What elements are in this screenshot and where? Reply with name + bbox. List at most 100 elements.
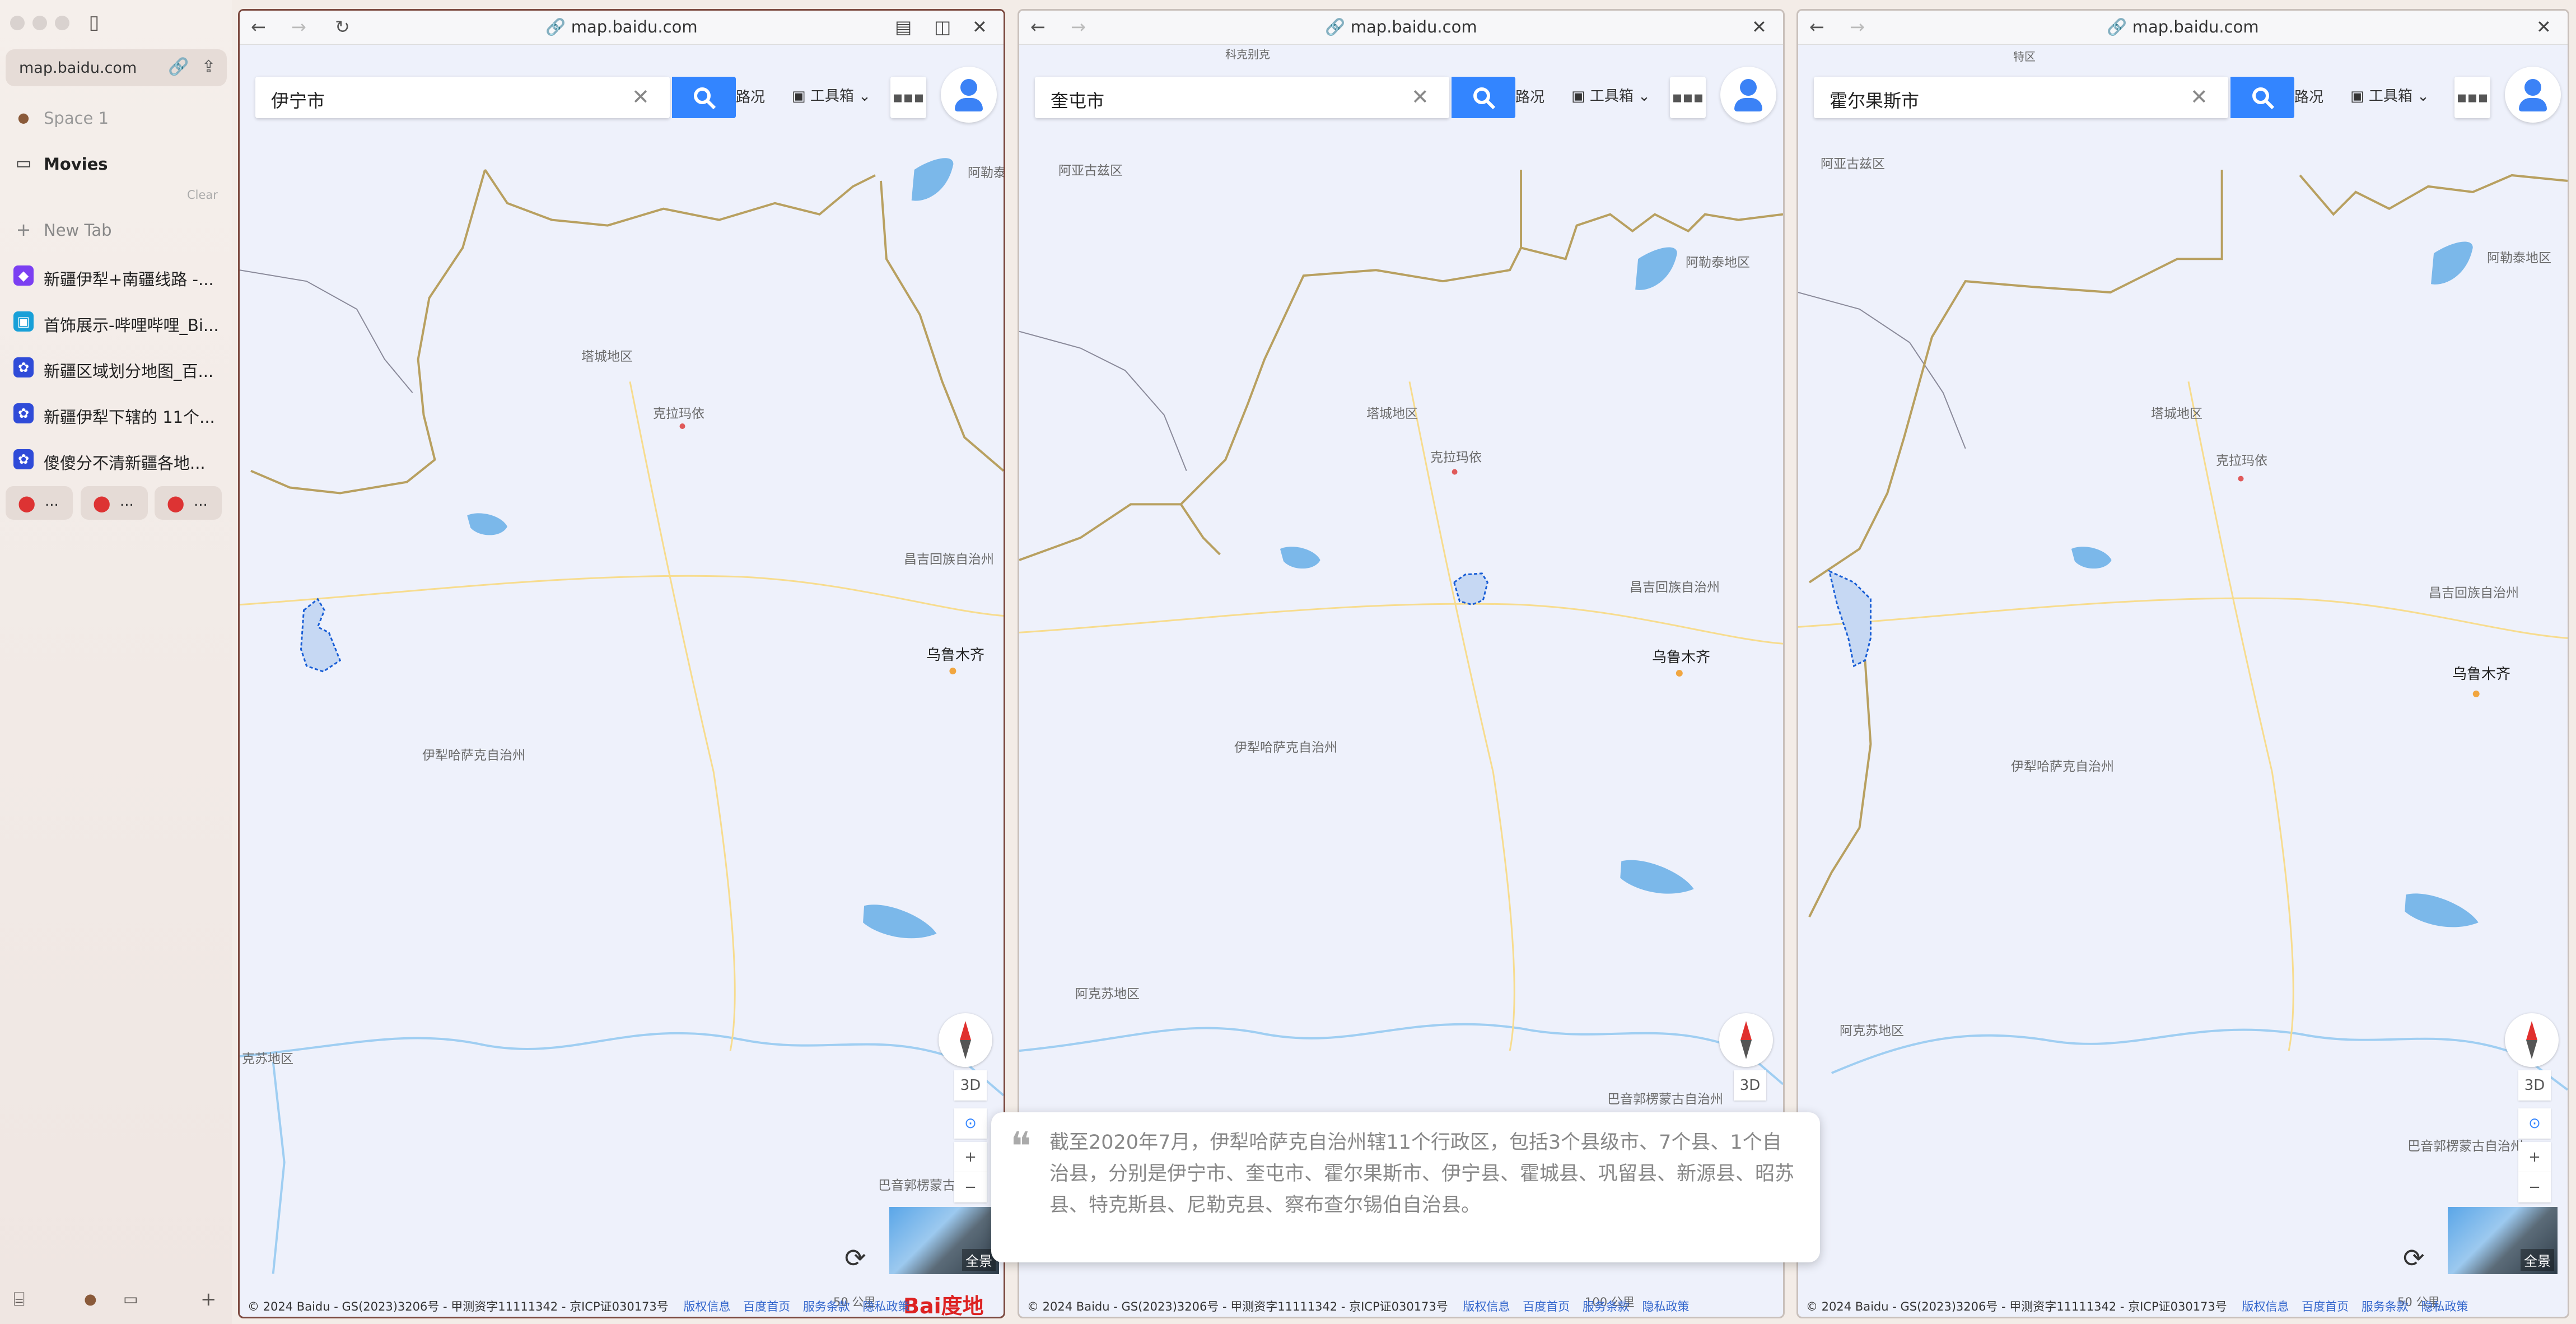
user-icon — [2524, 79, 2541, 96]
footer-link[interactable]: 版权信息 — [1463, 1300, 1510, 1313]
message-icon[interactable]: ▪▪▪ — [2454, 77, 2490, 118]
minimize-window-button[interactable] — [32, 16, 47, 30]
street-view-thumbnail[interactable]: 全景 — [2448, 1207, 2558, 1274]
zoom-window-button[interactable] — [55, 16, 69, 30]
turtle-icon[interactable]: ● — [84, 1288, 97, 1311]
toolbox-button[interactable]: ▣ 工具箱 ⌄ — [792, 85, 871, 105]
footer-link[interactable]: 百度首页 — [1523, 1300, 1570, 1313]
tab-item[interactable]: ✿ 新疆区域划分地图_百... — [10, 351, 226, 384]
copy-link-icon[interactable]: 🔗 — [168, 57, 189, 77]
footer-link[interactable]: 隐私政策 — [863, 1300, 910, 1313]
compass-icon[interactable] — [2505, 1013, 2559, 1067]
search-button[interactable] — [2230, 77, 2294, 118]
map-label: 伊犁哈萨克自治州 — [1234, 740, 1337, 755]
3d-button[interactable]: 3D — [1734, 1070, 1766, 1101]
split-view-icon[interactable]: ◫ — [934, 16, 951, 38]
footer-link[interactable]: 版权信息 — [683, 1300, 730, 1313]
reader-icon[interactable]: ▤ — [895, 16, 912, 38]
close-icon[interactable]: ✕ — [2536, 16, 2551, 38]
traffic-button[interactable]: 路况 — [736, 86, 765, 106]
3d-button[interactable]: 3D — [954, 1070, 987, 1101]
clear-search-icon[interactable]: ✕ — [2190, 85, 2208, 109]
zoom-out-button[interactable]: − — [2518, 1172, 2551, 1202]
footer-link[interactable]: 服务条款 — [2362, 1300, 2409, 1313]
toolbox-button[interactable]: ▣ 工具箱 ⌄ — [1571, 85, 1650, 105]
footer-link[interactable]: 隐私政策 — [2421, 1300, 2468, 1313]
tab-item[interactable]: ◆ 新疆伊犁+南疆线路 -... — [10, 259, 226, 292]
compass-icon[interactable] — [1719, 1013, 1773, 1067]
search-input[interactable]: 奎屯市 ✕ — [1035, 77, 1449, 118]
tab-item[interactable]: ✿ 新疆伊犁下辖的 11个... — [10, 397, 226, 430]
add-icon[interactable]: + — [200, 1288, 217, 1311]
search-button[interactable] — [1452, 77, 1515, 118]
refresh-icon[interactable]: ⟳ — [844, 1243, 866, 1273]
footer-link[interactable]: 服务条款 — [803, 1300, 850, 1313]
message-icon[interactable]: ▪▪▪ — [890, 77, 926, 118]
avatar[interactable] — [2505, 67, 2561, 123]
toolbox-button[interactable]: ▣ 工具箱 ⌄ — [2350, 85, 2429, 105]
map-label: 阿勒泰 — [968, 166, 1005, 180]
traffic-button[interactable]: 路况 — [1515, 86, 1544, 106]
footer-link[interactable]: 隐私政策 — [1642, 1300, 1690, 1313]
quote-popup: ❝ 截至2020年7月，伊犁哈萨克自治州辖11个行政区，包括3个县级市、7个县、… — [991, 1112, 1820, 1262]
plus-icon: + — [16, 219, 31, 240]
locate-icon[interactable]: ⊙ — [954, 1108, 987, 1139]
map-label: 伊犁哈萨克自治州 — [422, 748, 525, 763]
address-bar[interactable]: 🔗 map.baidu.com — [240, 17, 1004, 37]
archive-icon[interactable]: ⌸ — [13, 1288, 25, 1311]
map-label: 乌鲁木齐 — [1652, 649, 1711, 666]
bilibili-icon: ▣ — [13, 311, 34, 332]
zoom-in-button[interactable]: + — [2518, 1142, 2551, 1172]
footer-link[interactable]: 百度首页 — [743, 1300, 790, 1313]
close-window-button[interactable] — [10, 16, 25, 30]
map-label: 阿克苏地区 — [1840, 1024, 1904, 1038]
zoom-in-button[interactable]: + — [954, 1142, 987, 1172]
folder-movies[interactable]: ▭ Movies — [10, 147, 226, 180]
locate-icon[interactable]: ⊙ — [2518, 1108, 2551, 1139]
close-icon[interactable]: ✕ — [1752, 16, 1767, 38]
search-input[interactable]: 伊宁市 ✕ — [255, 77, 670, 118]
close-icon[interactable]: ✕ — [972, 16, 987, 38]
traffic-button[interactable]: 路况 — [2294, 86, 2323, 106]
footer-link[interactable]: 服务条款 — [1583, 1300, 1630, 1313]
zoom-out-button[interactable]: − — [954, 1172, 987, 1202]
folder-icon[interactable]: ▭ — [123, 1288, 138, 1311]
map-label: 克拉玛依 — [653, 407, 704, 421]
clear-search-icon[interactable]: ✕ — [632, 85, 650, 109]
address-bar[interactable]: 🔗 map.baidu.com — [1798, 17, 2568, 37]
avatar[interactable] — [1720, 67, 1776, 123]
search-input[interactable]: 霍尔果斯市 ✕ — [1814, 77, 2228, 118]
avatar[interactable] — [941, 67, 997, 123]
sidebar-url-bar[interactable]: map.baidu.com 🔗 ⇪ — [6, 49, 227, 86]
map-label: 阿勒泰地区 — [2487, 251, 2551, 265]
compass-icon[interactable] — [939, 1013, 992, 1067]
split-tab[interactable]: ⬤ ... — [81, 486, 148, 520]
sidebar: ▯ map.baidu.com 🔗 ⇪ ● Space 1 ▭ Movies C… — [0, 0, 232, 1324]
footer-link[interactable]: 版权信息 — [2242, 1300, 2289, 1313]
search-button[interactable] — [672, 77, 736, 118]
split-tab[interactable]: ⬤ ... — [155, 486, 222, 520]
clear-button[interactable]: Clear — [187, 188, 218, 202]
share-icon[interactable]: ⇪ — [202, 57, 216, 77]
address-bar[interactable]: 🔗 map.baidu.com — [1019, 17, 1783, 37]
split-tab[interactable]: ⬤ ... — [6, 486, 73, 520]
clear-search-icon[interactable]: ✕ — [1411, 85, 1429, 109]
space-header[interactable]: ● Space 1 — [10, 101, 226, 134]
new-tab-button[interactable]: + New Tab — [10, 213, 226, 246]
tab-item[interactable]: ✿ 傻傻分不清新疆各地... — [10, 442, 226, 476]
quote-text: 截至2020年7月，伊犁哈萨克自治州辖11个行政区，包括3个县级市、7个县、1个… — [1049, 1131, 1795, 1216]
refresh-icon[interactable]: ⟳ — [2403, 1243, 2425, 1273]
map-label: 阿克苏地区 — [1075, 987, 1140, 1001]
search-icon — [694, 87, 716, 110]
map-label: 塔城地区 — [581, 349, 633, 364]
map-label: 阿亚古兹区 — [1821, 157, 1885, 171]
sidebar-toggle-icon[interactable]: ▯ — [83, 11, 105, 34]
tab-item[interactable]: ▣ 首饰展示-哔哩哔哩_Bi... — [10, 305, 226, 338]
message-icon[interactable]: ▪▪▪ — [1670, 77, 1706, 118]
3d-button[interactable]: 3D — [2518, 1070, 2551, 1101]
app-icon: ◆ — [13, 265, 34, 286]
footer-link[interactable]: 百度首页 — [2302, 1300, 2349, 1313]
map-canvas[interactable] — [240, 44, 1004, 1318]
map-label: 克拉玛依 — [1430, 450, 1482, 465]
street-view-thumbnail[interactable]: 全景 — [889, 1207, 999, 1274]
